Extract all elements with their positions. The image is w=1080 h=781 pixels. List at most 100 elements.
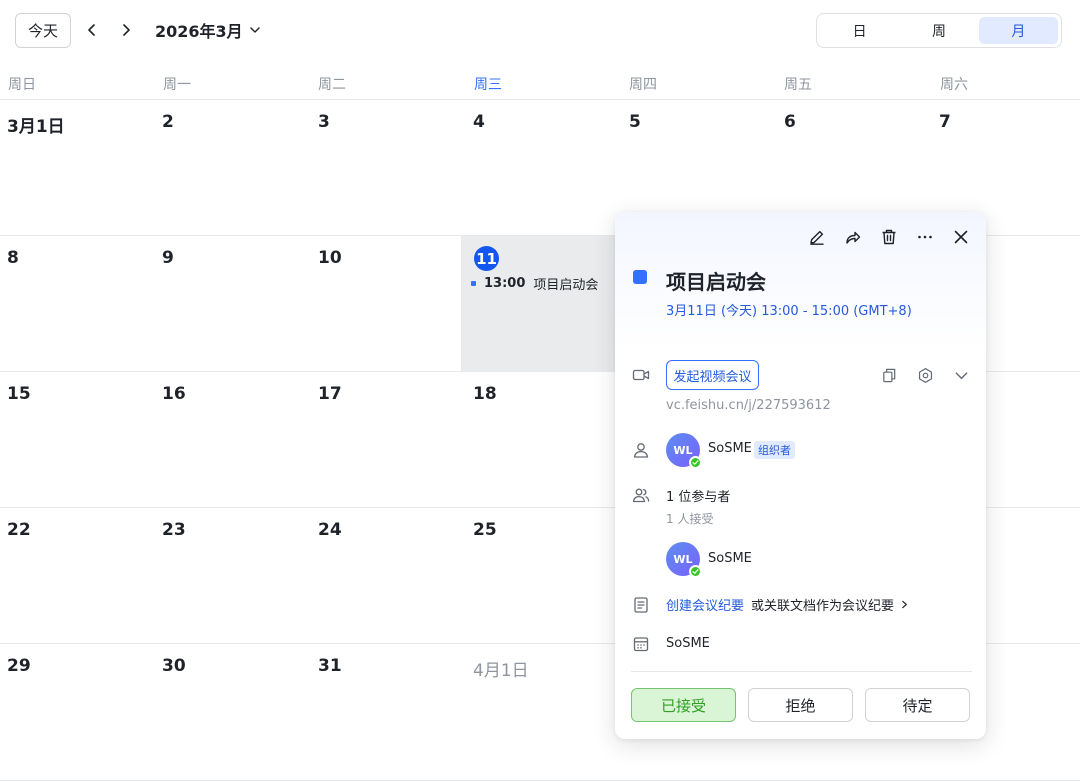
next-month-button[interactable] — [114, 18, 138, 42]
avatar-initials: WL — [673, 443, 693, 457]
chevron-down-icon — [249, 27, 260, 33]
month-picker[interactable]: 2026年3月 — [155, 18, 261, 42]
attendees-icon — [631, 485, 651, 505]
delete-button[interactable] — [878, 226, 900, 248]
attendees-count[interactable]: 1 位参与者 — [666, 486, 730, 505]
event-detail-popover: 项目启动会 3月11日 (今天) 13:00 - 15:00 (GMT+8) 发… — [615, 212, 986, 739]
share-button[interactable] — [842, 226, 864, 248]
day-cell[interactable]: 3 — [311, 100, 466, 236]
day-cell[interactable]: 4 — [466, 100, 621, 236]
copy-link-button[interactable] — [878, 364, 900, 386]
accepted-count: 1 人接受 — [666, 512, 714, 526]
view-day-tab[interactable]: 日 — [820, 17, 899, 44]
chevron-right-icon — [902, 600, 907, 609]
day-number: 3月1日 — [7, 117, 65, 137]
day-cell[interactable]: 30 — [155, 644, 310, 780]
day-cell[interactable]: 2 — [155, 100, 310, 236]
calendar-icon — [631, 634, 651, 654]
chevron-down-icon — [955, 371, 967, 379]
settings-icon — [918, 367, 932, 383]
day-cell[interactable]: 9 — [155, 236, 310, 372]
day-number: 29 — [7, 656, 31, 676]
tentative-button[interactable]: 待定 — [865, 688, 970, 722]
day-number: 9 — [162, 248, 174, 268]
close-icon — [954, 230, 968, 244]
weekday-label: 周四 — [629, 77, 657, 93]
weekday-label: 周五 — [784, 77, 812, 93]
link-document-notes[interactable]: 或关联文档作为会议纪要 — [751, 595, 909, 614]
accept-button[interactable]: 已接受 — [631, 688, 736, 722]
day-cell[interactable]: 24 — [311, 508, 466, 644]
more-icon — [918, 235, 932, 239]
prev-month-button[interactable] — [80, 18, 104, 42]
attendee-avatar[interactable]: WL — [666, 542, 702, 578]
divider — [631, 671, 972, 672]
chevron-left-icon — [88, 24, 95, 36]
organizer-avatar[interactable]: WL — [666, 433, 702, 469]
day-number: 24 — [318, 520, 342, 540]
weekday-label-current: 周三 — [474, 77, 502, 93]
edit-icon — [810, 230, 824, 245]
more-button[interactable] — [914, 226, 936, 248]
day-number: 4 — [473, 112, 485, 132]
day-cell[interactable]: 17 — [311, 372, 466, 508]
event-chip-time: 13:00 — [484, 276, 526, 291]
event-time-range: 3月11日 (今天) 13:00 - 15:00 (GMT+8) — [666, 304, 912, 319]
weekday-label: 周一 — [163, 77, 191, 93]
day-cell-today[interactable]: 11 13:00 项目启动会 — [461, 236, 616, 372]
day-number: 18 — [473, 384, 497, 404]
expand-video-button[interactable] — [950, 364, 972, 386]
month-label: 2026年3月 — [155, 22, 243, 41]
view-week-tab[interactable]: 周 — [899, 17, 978, 44]
day-cell[interactable]: 25 — [466, 508, 621, 644]
today-button[interactable]: 今天 — [15, 13, 71, 48]
day-cell[interactable]: 23 — [155, 508, 310, 644]
accepted-check-icon — [689, 565, 702, 578]
decline-button[interactable]: 拒绝 — [748, 688, 853, 722]
day-cell[interactable]: 18 — [466, 372, 621, 508]
view-month-tab[interactable]: 月 — [978, 17, 1058, 44]
day-cell[interactable]: 8 — [0, 236, 155, 372]
day-cell[interactable]: 29 — [0, 644, 155, 780]
day-number: 10 — [318, 248, 342, 268]
day-cell[interactable]: 15 — [0, 372, 155, 508]
day-cell[interactable]: 31 — [311, 644, 466, 780]
avatar-initials: WL — [673, 552, 693, 566]
organizer-name: SoSME — [708, 441, 752, 456]
day-number: 3 — [318, 112, 330, 132]
person-icon — [631, 440, 651, 460]
event-color-swatch — [633, 270, 647, 284]
day-number: 8 — [7, 248, 19, 268]
day-cell[interactable]: 3月1日 — [0, 100, 155, 236]
day-cell[interactable]: 10 — [311, 236, 466, 372]
today-date-badge: 11 — [474, 246, 499, 271]
day-number: 6 — [784, 112, 796, 132]
video-meeting-link[interactable]: vc.feishu.cn/j/227593612 — [666, 398, 831, 413]
close-button[interactable] — [950, 226, 972, 248]
day-number: 16 — [162, 384, 186, 404]
day-number: 15 — [7, 384, 31, 404]
day-cell[interactable]: 4月1日 — [466, 644, 621, 780]
video-settings-button[interactable] — [914, 364, 936, 386]
weekday-header: 周日 周一 周二 周三 周四 周五 周六 — [0, 66, 1080, 100]
day-cell[interactable]: 16 — [155, 372, 310, 508]
link-document-notes-label: 或关联文档作为会议纪要 — [751, 599, 895, 614]
event-chip[interactable]: 13:00 项目启动会 — [471, 274, 598, 293]
accepted-check-icon — [689, 456, 702, 469]
delete-icon — [882, 229, 896, 245]
view-switcher: 日 周 月 — [816, 13, 1062, 48]
day-cell[interactable]: 22 — [0, 508, 155, 644]
start-video-meeting-button[interactable]: 发起视频会议 — [666, 360, 759, 390]
day-number-other-month: 4月1日 — [473, 661, 529, 681]
share-icon — [846, 231, 861, 244]
edit-button[interactable] — [806, 226, 828, 248]
create-meeting-notes-link[interactable]: 创建会议纪要 — [666, 595, 744, 614]
weekday-label: 周六 — [940, 77, 968, 93]
day-number: 23 — [162, 520, 186, 540]
document-icon — [631, 595, 651, 615]
weekday-label: 周二 — [318, 77, 346, 93]
attendee-name: SoSME — [708, 551, 752, 566]
copy-icon — [882, 368, 895, 382]
day-number: 22 — [7, 520, 31, 540]
event-title: 项目启动会 — [666, 270, 766, 294]
